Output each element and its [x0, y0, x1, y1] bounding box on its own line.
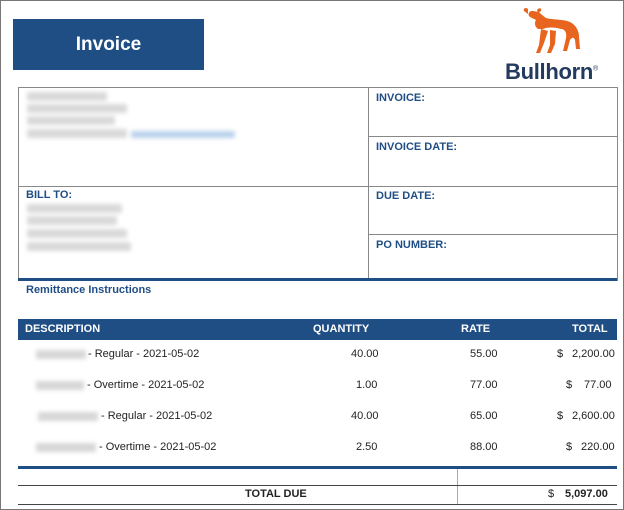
line-item-description: - Regular - 2021-05-02: [88, 348, 200, 360]
info-right-divider: [369, 186, 617, 187]
line-item-total: 220.00: [581, 441, 615, 453]
line-item-quantity: 2.50: [356, 441, 378, 453]
total-due-value: 5,097.00: [565, 488, 608, 500]
line-item-currency: $: [566, 441, 573, 453]
line-item-currency: $: [566, 379, 573, 391]
redacted-worker-name: [36, 381, 84, 390]
line-item-total: 77.00: [584, 379, 612, 391]
total-due-label: TOTAL DUE: [245, 488, 307, 500]
line-item-rate: 65.00: [470, 410, 498, 422]
invoice-page: Invoice Bullhorn® BILL TO: INVOICE: INVO…: [0, 0, 624, 510]
po-number-label: PO NUMBER:: [376, 239, 447, 251]
info-left-divider: [19, 186, 368, 187]
info-right-divider: [369, 136, 617, 137]
bill-to-label: BILL TO:: [26, 189, 73, 201]
total-due-currency: $: [548, 488, 555, 500]
line-item-rate: 55.00: [470, 348, 498, 360]
redacted-sender-name: [27, 92, 107, 101]
line-items-header: DESCRIPTION QUANTITY RATE TOTAL: [18, 319, 617, 340]
info-right-divider: [369, 234, 617, 235]
logo-wordmark: Bullhorn®: [505, 59, 598, 84]
invoice-info-box: BILL TO: INVOICE: INVOICE DATE: DUE DATE…: [18, 87, 618, 281]
invoice-title: Invoice: [13, 19, 204, 70]
line-item-row: - Regular - 2021-05-02 40.00 65.00 $ 2,6…: [18, 409, 617, 425]
line-item-quantity: 40.00: [351, 348, 379, 360]
remittance-instructions: Remittance Instructions: [26, 284, 152, 296]
due-date-label: DUE DATE:: [376, 190, 436, 202]
bullhorn-logo: Bullhorn®: [501, 7, 613, 84]
bull-icon: [523, 7, 580, 53]
totals-divider: [18, 466, 617, 469]
totals-rule: [18, 485, 617, 486]
col-total: TOTAL: [572, 323, 608, 335]
line-item-description: - Regular - 2021-05-02: [101, 410, 213, 422]
col-description: DESCRIPTION: [25, 323, 101, 335]
redacted-sender-city: [27, 116, 115, 125]
redacted-sender-address: [27, 104, 127, 113]
redacted-sender-email: [131, 131, 235, 138]
info-vertical-divider: [368, 88, 369, 280]
totals-column-divider: [457, 469, 458, 505]
line-item-description: - Overtime - 2021-05-02: [99, 441, 217, 453]
invoice-date-label: INVOICE DATE:: [376, 141, 458, 153]
line-item-quantity: 1.00: [356, 379, 378, 391]
line-item-row: - Regular - 2021-05-02 40.00 55.00 $ 2,2…: [18, 347, 617, 363]
redacted-client-address: [27, 229, 127, 238]
redacted-client-contact: [27, 216, 117, 225]
bottom-rule: [18, 504, 617, 505]
line-item-rate: 77.00: [470, 379, 498, 391]
redacted-sender-phone: [27, 129, 127, 138]
line-item-currency: $: [557, 348, 564, 360]
col-quantity: QUANTITY: [313, 323, 370, 335]
invoice-number-label: INVOICE:: [376, 92, 425, 104]
redacted-worker-name: [36, 350, 86, 359]
redacted-worker-name: [36, 443, 96, 452]
line-item-total: 2,200.00: [572, 348, 615, 360]
redacted-client-city: [27, 242, 131, 251]
line-item-quantity: 40.00: [351, 410, 379, 422]
line-item-row: - Overtime - 2021-05-02 1.00 77.00 $ 77.…: [18, 378, 617, 394]
line-item-currency: $: [557, 410, 564, 422]
line-item-rate: 88.00: [470, 441, 498, 453]
redacted-worker-name: [38, 412, 98, 421]
line-item-description: - Overtime - 2021-05-02: [87, 379, 205, 391]
redacted-client-name: [27, 204, 122, 213]
section-divider: [18, 278, 617, 281]
col-rate: RATE: [461, 323, 491, 335]
line-item-row: - Overtime - 2021-05-02 2.50 88.00 $ 220…: [18, 440, 617, 456]
line-item-total: 2,600.00: [572, 410, 615, 422]
